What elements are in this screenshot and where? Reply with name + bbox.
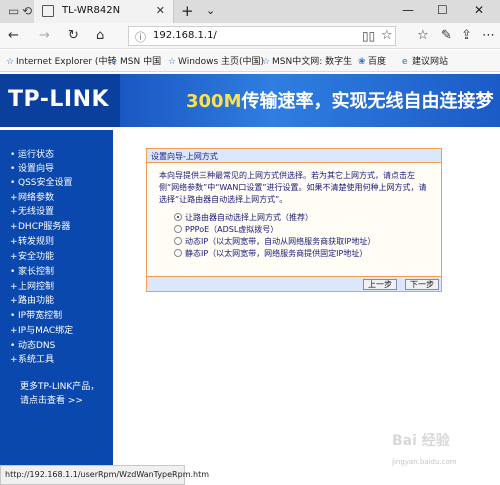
tab-preview-icon[interactable]: ▭: [8, 4, 19, 18]
browser-window: ▭ ⟲ TL-WR842N ✕ + ⌄ — ☐ ✕ ← → ↻ ⌂ ⓘ 192.…: [0, 0, 500, 485]
refresh-icon[interactable]: ↻: [68, 28, 79, 43]
sidebar-item-wizard[interactable]: • 设置向导: [10, 161, 54, 174]
sidebar-item-parental[interactable]: • 家长控制: [10, 264, 54, 277]
tab-active[interactable]: TL-WR842N ✕: [34, 0, 174, 23]
favorite-item[interactable]: ☆ MSN中文网: 数字生: [262, 54, 352, 67]
next-button[interactable]: 下一步: [405, 279, 439, 290]
favorites-hub-icon[interactable]: ☆: [417, 28, 429, 43]
tp-link-logo: TP-LINK: [8, 87, 110, 112]
tab-close-icon[interactable]: ✕: [156, 4, 165, 17]
favorite-star-icon: ☆: [110, 57, 119, 67]
router-banner: TP-LINK 300M传输速率，实现无线自由连接梦: [0, 74, 500, 127]
watermark-logo: Bai 经验: [392, 433, 450, 449]
favorite-item[interactable]: e 建议网站: [402, 54, 448, 67]
new-tab-button[interactable]: +: [181, 2, 194, 20]
navigation-bar: ← → ↻ ⌂ ⓘ 192.168.1.1/ ▯▯ ☆ ☆ ✎ ⇪ ⋯: [0, 23, 500, 49]
sidebar-item-routing[interactable]: +路由功能: [10, 293, 54, 306]
address-bar[interactable]: ⓘ 192.168.1.1/ ▯▯ ☆: [128, 26, 396, 46]
minimize-button[interactable]: —: [402, 3, 414, 17]
sidebar-item-access-control[interactable]: +上网控制: [10, 279, 54, 292]
banner-slogan-area: 300M传输速率，实现无线自由连接梦: [120, 74, 500, 127]
favorite-star-icon: ☆: [262, 57, 271, 67]
sidebar-item-forwarding[interactable]: +转发规则: [10, 234, 54, 247]
prev-button[interactable]: 上一步: [363, 279, 397, 290]
option-static-ip[interactable]: 静态IP（以太网宽带，网络服务商提供固定IP地址）: [174, 248, 367, 259]
favorite-star-icon: ☆: [6, 57, 15, 67]
wizard-description: 本向导提供三种最常见的上网方式供选择。若为其它上网方式，请点击左侧“网络参数”中…: [159, 171, 427, 204]
watermark-url: jingyan.baidu.com: [392, 458, 457, 466]
close-window-button[interactable]: ✕: [474, 3, 484, 17]
sidebar-item-bandwidth[interactable]: • IP带宽控制: [10, 308, 62, 321]
sidebar-item-network[interactable]: +网络参数: [10, 190, 54, 203]
wizard-title: 设置向导-上网方式: [151, 152, 218, 161]
radio-icon[interactable]: [174, 225, 182, 233]
favorite-item[interactable]: ☆ Windows 主页(中国): [168, 54, 264, 67]
sidebar-item-security[interactable]: +安全功能: [10, 249, 54, 262]
sidebar-item-status[interactable]: • 运行状态: [10, 147, 54, 160]
address-text[interactable]: 192.168.1.1/: [153, 30, 217, 41]
sidebar-item-dhcp[interactable]: +DHCP服务器: [10, 219, 70, 232]
favorite-item[interactable]: ☆ Internet Explorer (中转: [6, 54, 116, 67]
sidebar-item-ddns[interactable]: • 动态DNS: [10, 338, 55, 351]
tab-back-icon[interactable]: ⟲: [22, 4, 32, 18]
radio-selected-icon[interactable]: [174, 213, 182, 221]
page-favicon-icon: [42, 5, 54, 17]
wizard-panel-footer: 上一步 下一步: [147, 276, 441, 291]
info-icon: ⓘ: [135, 31, 146, 44]
radio-icon[interactable]: [174, 237, 182, 245]
favorite-star-icon: ☆: [168, 57, 177, 67]
back-icon[interactable]: ←: [8, 28, 19, 43]
favorite-star-icon[interactable]: ☆: [381, 28, 393, 43]
status-url: http://192.168.1.1/userRpm/WzdWanTypeRpm…: [5, 470, 210, 479]
more-products-link[interactable]: 更多TP-LINK产品， 请点击查看 >>: [20, 380, 99, 408]
main-content: 设置向导-上网方式 本向导提供三种最常见的上网方式供选择。若为其它上网方式，请点…: [113, 130, 500, 465]
paw-icon: ❀: [358, 57, 366, 67]
sidebar-item-qss[interactable]: • QSS安全设置: [10, 175, 73, 188]
radio-icon[interactable]: [174, 249, 182, 257]
banner-slogan: 300M传输速率，实现无线自由连接梦: [186, 91, 494, 112]
option-pppoe[interactable]: PPPoE（ADSL虚拟拨号）: [174, 224, 278, 235]
maximize-button[interactable]: ☐: [437, 3, 448, 17]
forward-icon[interactable]: →: [39, 28, 50, 43]
more-menu-icon[interactable]: ⋯: [482, 28, 495, 43]
favorites-bar: ☆ Internet Explorer (中转 ☆ MSN 中国 ☆ Windows …: [0, 50, 500, 72]
router-sidebar: • 运行状态 • 设置向导 • QSS安全设置 +网络参数 +无线设置 +DHCP服务…: [0, 130, 113, 465]
status-bar: http://192.168.1.1/userRpm/WzdWanTypeRpm…: [0, 465, 209, 485]
option-dynamic-ip[interactable]: 动态IP（以太网宽带，自动从网络服务商获取IP地址）: [174, 236, 375, 247]
share-icon[interactable]: ⇪: [461, 28, 472, 43]
wizard-panel: 设置向导-上网方式 本向导提供三种最常见的上网方式供选择。若为其它上网方式，请点…: [146, 148, 442, 292]
sidebar-item-wireless[interactable]: +无线设置: [10, 204, 54, 217]
wizard-panel-header: 设置向导-上网方式: [147, 149, 441, 163]
reading-view-icon[interactable]: ▯▯: [362, 29, 375, 43]
tab-strip: ▭ ⟲ TL-WR842N ✕ + ⌄ — ☐ ✕: [0, 0, 500, 23]
favorite-item[interactable]: ☆ MSN 中国: [110, 54, 161, 67]
sidebar-item-system-tools[interactable]: +系统工具: [10, 352, 54, 365]
option-auto[interactable]: 让路由器自动选择上网方式（推荐）: [174, 212, 313, 223]
tab-title: TL-WR842N: [62, 5, 121, 16]
sidebar-item-ip-mac[interactable]: +IP与MAC绑定: [10, 323, 73, 336]
home-icon[interactable]: ⌂: [96, 28, 104, 43]
ie-icon: e: [402, 57, 408, 67]
tab-dropdown-icon[interactable]: ⌄: [206, 4, 215, 17]
pen-icon[interactable]: ✎: [441, 28, 452, 43]
favorite-item[interactable]: ❀ 百度: [358, 54, 386, 67]
